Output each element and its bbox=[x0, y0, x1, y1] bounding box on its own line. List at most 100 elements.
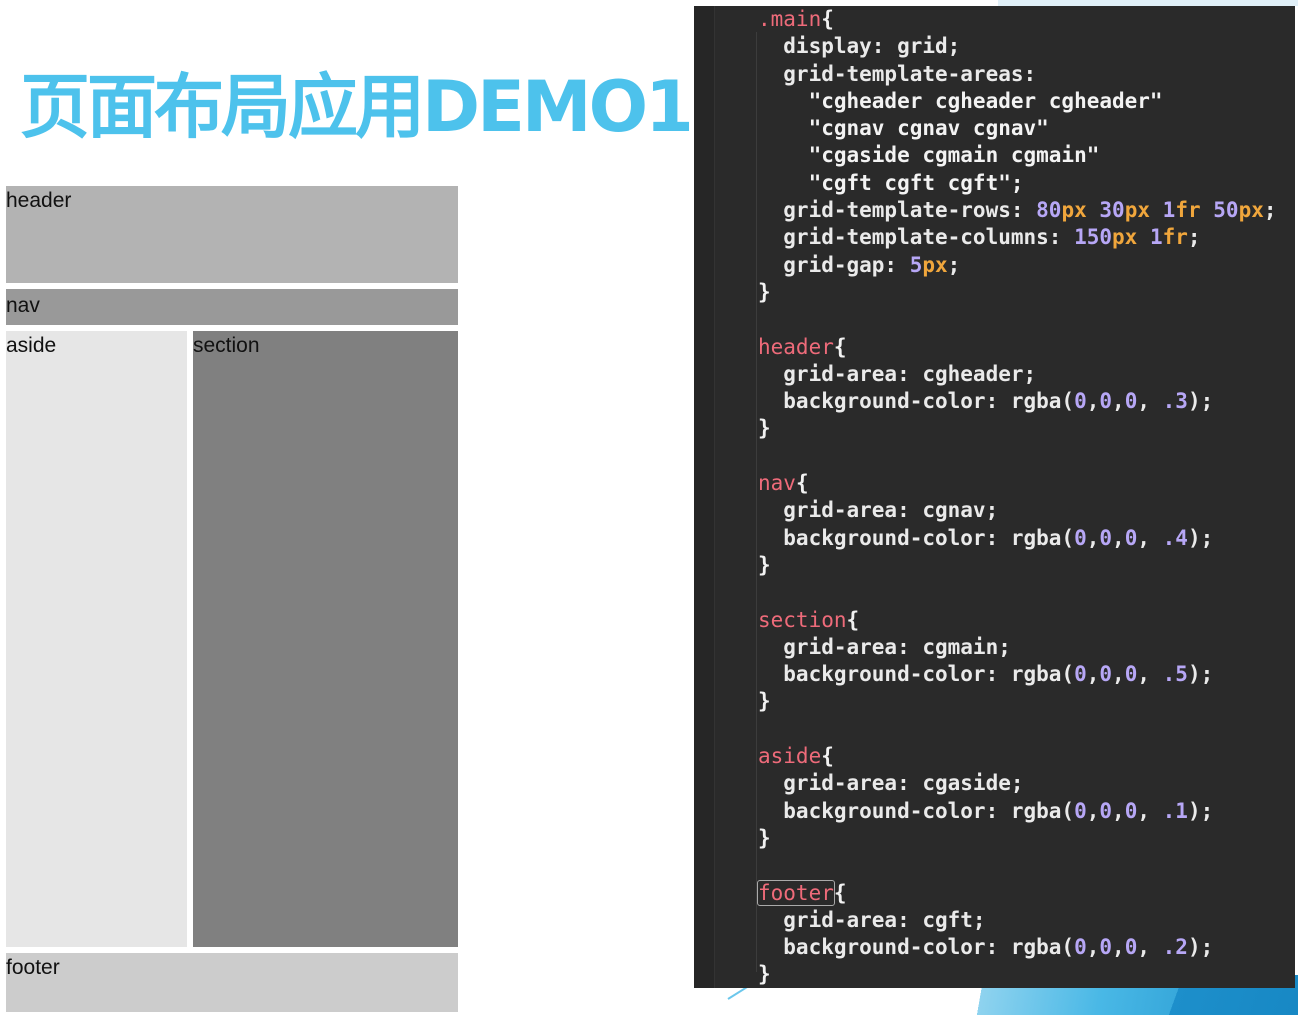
code-token-prop: ; bbox=[1187, 225, 1201, 250]
code-token-prop: , bbox=[1086, 389, 1100, 414]
code-line: footer{ bbox=[757, 879, 1277, 907]
code-token-prop: ; bbox=[1263, 198, 1277, 223]
code-line: nav{ bbox=[758, 470, 1277, 497]
code-token-unit: fr bbox=[1162, 225, 1188, 250]
code-line: background-color: rgba(0,0,0, .5); bbox=[758, 661, 1277, 688]
indent-guide bbox=[756, 32, 757, 972]
code-token-unit: px bbox=[1238, 198, 1264, 223]
code-line: "cgheader cgheader cgheader" bbox=[758, 88, 1277, 115]
code-token-str: "cgheader cgheader cgheader" bbox=[758, 88, 1163, 113]
code-line: "cgft cgft cgft"; bbox=[758, 170, 1277, 197]
code-token-num: 50 bbox=[1213, 198, 1239, 223]
code-token-num: .1 bbox=[1162, 798, 1188, 823]
code-line: grid-area: cgmain; bbox=[758, 634, 1277, 661]
code-token-num: 0 bbox=[1074, 935, 1087, 960]
code-line: section{ bbox=[758, 607, 1277, 634]
code-token-prop bbox=[1137, 225, 1150, 249]
editor-gutter bbox=[694, 6, 715, 988]
code-token-selector: nav bbox=[758, 471, 796, 496]
code-token-num: 5 bbox=[909, 252, 923, 277]
code-token-brace: { bbox=[846, 607, 860, 632]
code-line: background-color: rgba(0,0,0, .2); bbox=[758, 934, 1277, 961]
demo-nav-area: nav bbox=[6, 289, 458, 325]
code-token-num: 0 bbox=[1099, 798, 1113, 823]
code-token-prop: background-color: rgba( bbox=[758, 662, 1075, 687]
code-token-num: .5 bbox=[1162, 662, 1188, 687]
code-token-selector: aside bbox=[758, 744, 822, 769]
code-token-unit: px bbox=[1112, 225, 1138, 250]
code-editor-panel: .main{ display: grid; grid-template-area… bbox=[694, 6, 1295, 988]
code-block: .main{ display: grid; grid-template-area… bbox=[757, 6, 1277, 988]
demo-header-area: header bbox=[6, 186, 458, 283]
code-token-str: "cgnav cgnav cgnav" bbox=[758, 116, 1049, 141]
code-token-num: .3 bbox=[1162, 389, 1188, 414]
code-token-num: 0 bbox=[1074, 525, 1087, 550]
code-line: } bbox=[758, 279, 1277, 306]
grid-layout-demo: header nav aside section footer bbox=[6, 186, 458, 1012]
code-token-num: 30 bbox=[1099, 198, 1125, 223]
code-token-brace: { bbox=[833, 334, 847, 359]
code-token-prop: , bbox=[1112, 798, 1125, 823]
code-token-prop: , bbox=[1137, 525, 1163, 550]
code-token-prop: background-color: rgba( bbox=[758, 935, 1075, 960]
code-line: grid-template-columns: 150px 1fr; bbox=[758, 224, 1277, 251]
code-line: } bbox=[758, 552, 1277, 579]
code-token-num: 0 bbox=[1074, 662, 1087, 687]
code-token-brace: { bbox=[821, 7, 834, 31]
code-token-prop: , bbox=[1086, 935, 1100, 960]
code-token-prop: background-color: rgba( bbox=[758, 389, 1075, 414]
code-token-num: 0 bbox=[1124, 798, 1138, 823]
code-token-prop: , bbox=[1137, 935, 1163, 960]
code-line: grid-area: cgheader; bbox=[758, 361, 1277, 388]
code-token-selector: footer bbox=[757, 879, 835, 906]
code-token-prop: grid-template-rows: bbox=[758, 198, 1037, 223]
code-token-str: "cgft cgft cgft"; bbox=[758, 170, 1024, 195]
code-token-prop: , bbox=[1086, 798, 1100, 823]
code-token-prop: , bbox=[1112, 389, 1125, 414]
code-token-prop: grid-area: cgaside; bbox=[758, 771, 1024, 796]
code-line: grid-area: cgaside; bbox=[758, 770, 1277, 797]
code-line: } bbox=[758, 688, 1277, 715]
code-token-num: .4 bbox=[1162, 525, 1188, 550]
code-token-selector: .main bbox=[758, 7, 822, 31]
code-line: grid-template-rows: 80px 30px 1fr 50px; bbox=[758, 197, 1277, 224]
code-token-unit: px bbox=[1124, 198, 1150, 223]
code-token-brace: } bbox=[758, 279, 771, 304]
code-line: } bbox=[758, 415, 1277, 442]
code-line: grid-area: cgnav; bbox=[758, 497, 1277, 524]
demo-section-area: section bbox=[193, 331, 458, 947]
code-token-brace: { bbox=[821, 744, 834, 769]
code-token-prop: display: grid; bbox=[758, 34, 961, 59]
code-token-prop: , bbox=[1112, 935, 1125, 960]
code-token-num: 0 bbox=[1099, 662, 1113, 687]
code-token-unit: px bbox=[1061, 198, 1087, 223]
code-token-prop: , bbox=[1086, 662, 1100, 687]
code-token-selector: section bbox=[758, 607, 847, 632]
code-token-prop: background-color: rgba( bbox=[758, 525, 1075, 550]
code-line: background-color: rgba(0,0,0, .3); bbox=[758, 388, 1277, 415]
code-token-brace: { bbox=[795, 471, 809, 496]
code-line: "cgaside cgmain cgmain" bbox=[758, 142, 1277, 169]
code-token-str: "cgaside cgmain cgmain" bbox=[758, 143, 1100, 168]
code-line: grid-area: cgft; bbox=[758, 907, 1277, 934]
code-token-num: 0 bbox=[1124, 935, 1138, 960]
code-token-num: 1 bbox=[1149, 225, 1163, 250]
code-line: background-color: rgba(0,0,0, .4); bbox=[758, 525, 1277, 552]
code-token-prop: grid-area: cgheader; bbox=[758, 361, 1037, 386]
code-token-prop: grid-template-areas: bbox=[758, 61, 1037, 86]
code-token-prop: ; bbox=[947, 252, 961, 277]
code-line: grid-template-areas: bbox=[758, 61, 1277, 88]
code-token-num: 0 bbox=[1124, 525, 1138, 550]
code-token-prop: ); bbox=[1187, 935, 1214, 960]
code-token-unit: fr bbox=[1175, 198, 1201, 223]
code-token-unit: px bbox=[922, 252, 948, 277]
code-token-prop: background-color: rgba( bbox=[758, 798, 1075, 823]
code-token-prop: ); bbox=[1187, 798, 1214, 823]
code-token-prop bbox=[1201, 198, 1214, 222]
code-token-prop: , bbox=[1137, 662, 1163, 687]
code-token-prop: , bbox=[1086, 525, 1100, 550]
code-token-prop: grid-area: cgmain; bbox=[758, 634, 1011, 659]
code-token-prop: , bbox=[1137, 389, 1163, 414]
